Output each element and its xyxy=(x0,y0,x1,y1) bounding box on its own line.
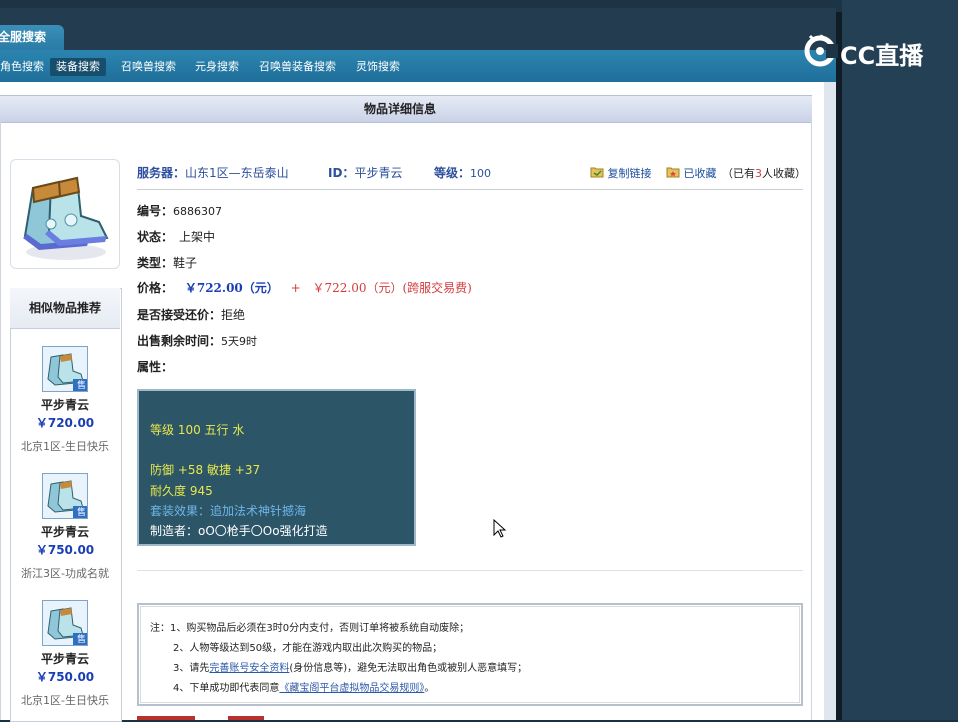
rec-item-2-price: ￥750.00 xyxy=(35,543,95,557)
rec-item-1-price: ￥720.00 xyxy=(35,416,95,430)
sale-badge: 售 xyxy=(76,381,86,391)
notice-line-3: 3、请先完善账号安全资料(身份信息等)，避免无法取出角色或被别人恶意填写； xyxy=(173,659,527,674)
copy-link-label: 复制链接 xyxy=(607,167,652,180)
level-info: 等级：100 xyxy=(434,164,491,181)
notice-3-prefix: 3、请先 xyxy=(173,663,210,674)
price-row: 价格： ￥722.00（元） + ￥722.00（元）(跨服交易费) xyxy=(137,279,472,296)
attr-maker: 制造者：oO〇枪手〇Oo强化打造 xyxy=(150,524,328,538)
top-bar xyxy=(0,8,836,50)
rec-item-1-icon[interactable]: 售 xyxy=(42,346,88,392)
fav-prefix: （已有 xyxy=(722,167,755,180)
cc-logo-icon xyxy=(804,34,838,67)
level-label: 等级： xyxy=(434,166,471,180)
time-row: 出售剩余时间：5天9时 xyxy=(137,332,257,349)
notice-line-1: 注：1、购买物品后必须在3时0分内支付，否则订单将被系统自动废除； xyxy=(150,623,470,634)
attr-level: 等级 100 五行 水 xyxy=(150,423,245,437)
divider xyxy=(0,121,1,720)
notice-4-suffix: 。 xyxy=(424,683,435,694)
attr-row: 属性： xyxy=(137,358,173,375)
notice-4-prefix: 4、下单成功即代表同意 xyxy=(173,683,280,694)
folder-icon xyxy=(590,167,604,178)
notice-3-suffix: (身份信息等)，避免无法取出角色或被别人恶意填写； xyxy=(289,663,528,674)
rec-item-3-icon[interactable]: 售 xyxy=(42,600,88,646)
trade-rules-link[interactable]: 《藏宝阁平台虚拟物品交易规则》 xyxy=(279,683,424,694)
divider xyxy=(137,570,803,571)
notice-line-2: 2、人物等级达到50级，才能在游戏内取出此次购买的物品； xyxy=(173,643,443,654)
fav-count-number: 3 xyxy=(755,167,762,180)
window-right-strip xyxy=(842,0,958,720)
rec-item-2-name[interactable]: 平步青云 xyxy=(10,523,120,540)
number-label: 编号： xyxy=(137,204,174,218)
favorite-folder-icon xyxy=(666,167,680,178)
rec-item-3-price: ￥750.00 xyxy=(35,670,95,684)
mouse-cursor-icon xyxy=(493,519,507,538)
price-value: ￥722.00（元） xyxy=(184,281,279,295)
id-label: ID： xyxy=(328,166,355,180)
nav-ornament-search[interactable]: 灵饰搜索 xyxy=(350,58,406,76)
nav-equip-search[interactable]: 装备搜索 xyxy=(50,58,106,76)
type-row: 类型：鞋子 xyxy=(137,254,197,271)
bargain-row: 是否接受还价：拒绝 xyxy=(137,306,245,323)
boots-icon xyxy=(23,176,109,260)
panel-edge xyxy=(836,12,842,720)
notice-line-4: 4、下单成功即代表同意《藏宝阁平台虚拟物品交易规则》。 xyxy=(173,679,434,694)
price-label: 价格： xyxy=(137,281,174,295)
rec-item-3-name[interactable]: 平步青云 xyxy=(10,650,120,667)
rec-item-2-icon[interactable]: 售 xyxy=(42,473,88,519)
attr-set-effect: 套装效果：追加法术神针撼海 xyxy=(150,504,307,518)
favorite-count: （已有3人收藏） xyxy=(722,165,806,181)
favorited-label: 已收藏 xyxy=(683,167,717,180)
price-plus: + xyxy=(290,281,301,295)
attr-label: 属性： xyxy=(137,360,174,374)
copy-link-button[interactable]: 复制链接 xyxy=(590,165,652,181)
tab-server-search[interactable]: 全服搜索 xyxy=(0,25,64,51)
attr-durability: 耐久度 945 xyxy=(150,484,213,498)
number-row: 编号：6886307 xyxy=(137,202,222,219)
account-security-link[interactable]: 完善账号安全资料 xyxy=(209,663,289,674)
rec-item-1-name[interactable]: 平步青云 xyxy=(10,396,120,413)
sale-badge: 售 xyxy=(76,508,86,518)
time-label: 出售剩余时间： xyxy=(137,334,222,348)
cc-logo-text: CC直播 xyxy=(840,42,924,70)
nav-pet-search[interactable]: 召唤兽搜索 xyxy=(115,58,182,76)
nav-pet-equip-search[interactable]: 召唤兽装备搜索 xyxy=(253,58,342,76)
similar-items-title: 相似物品推荐 xyxy=(10,288,120,329)
number-value: 6886307 xyxy=(173,205,223,218)
server-value: 山东1区—东岳泰山 xyxy=(185,166,289,180)
time-value: 5天9时 xyxy=(221,335,258,348)
server-label: 服务器： xyxy=(137,166,186,180)
status-label: 状态： xyxy=(137,230,174,244)
content-edge xyxy=(824,82,836,720)
nav-role-search[interactable]: 角色搜索 xyxy=(0,58,50,76)
type-label: 类型： xyxy=(137,256,174,270)
rec-item-3-server: 北京1区-生日快乐 xyxy=(21,694,109,707)
divider xyxy=(811,121,812,720)
nav-body-search[interactable]: 元身搜索 xyxy=(189,58,245,76)
sale-badge: 售 xyxy=(76,635,86,645)
attr-stats: 防御 +58 敏捷 +37 xyxy=(150,463,261,477)
fav-suffix: 人收藏） xyxy=(762,167,806,180)
item-image xyxy=(10,159,120,269)
favorite-button[interactable]: 已收藏 xyxy=(666,165,717,181)
level-value: 100 xyxy=(470,167,492,180)
status-row: 状态： 上架中 xyxy=(137,228,215,245)
id-value: 平步青云 xyxy=(354,166,403,180)
status-value: 上架中 xyxy=(179,230,216,244)
detail-title: 物品详细信息 xyxy=(363,102,436,116)
server-info: 服务器：山东1区—东岳泰山 xyxy=(137,164,289,181)
secondary-button[interactable] xyxy=(228,716,264,720)
divider xyxy=(137,189,803,190)
id-info: ID：平步青云 xyxy=(328,164,402,181)
buy-button[interactable] xyxy=(137,716,195,720)
cross-server-fee: ￥722.00（元）(跨服交易费) xyxy=(312,281,472,295)
rec-item-2-server: 浙江3区-功成名就 xyxy=(21,567,109,580)
rec-item-1-server: 北京1区-生日快乐 xyxy=(21,440,109,453)
bargain-label: 是否接受还价： xyxy=(137,308,222,322)
type-value: 鞋子 xyxy=(173,256,198,270)
bargain-value: 拒绝 xyxy=(221,308,246,322)
